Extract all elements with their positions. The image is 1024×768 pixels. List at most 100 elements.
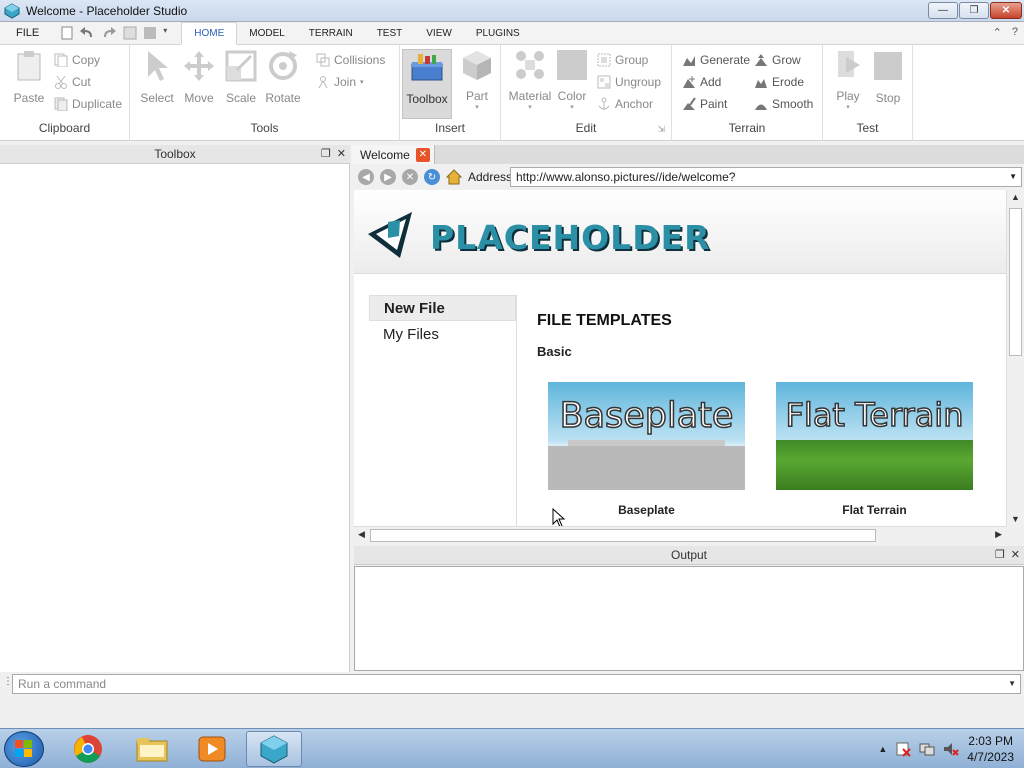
basic-subheading: Basic <box>537 344 572 359</box>
add-terrain-button[interactable]: Add <box>682 73 721 91</box>
output-float-icon[interactable]: ❐ <box>995 548 1005 561</box>
vertical-scrollbar[interactable]: ▲ ▼ <box>1006 190 1023 526</box>
toolbox-button[interactable]: Toolbox <box>402 49 452 119</box>
forward-icon[interactable]: ▶ <box>380 169 396 185</box>
close-window-button[interactable]: ✕ <box>990 2 1022 19</box>
grow-button[interactable]: Grow <box>754 51 801 69</box>
group-button[interactable]: Group <box>597 51 648 69</box>
start-button[interactable] <box>4 731 44 767</box>
scroll-right-icon[interactable]: ▶ <box>995 529 1002 540</box>
move-button[interactable]: Move <box>176 49 222 111</box>
copy-button[interactable]: Copy <box>54 51 100 69</box>
move-label: Move <box>184 91 214 105</box>
collisions-button[interactable]: Collisions <box>316 51 385 69</box>
address-input[interactable]: http://www.alonso.pictures//ide/welcome?… <box>510 167 1022 187</box>
erode-button[interactable]: Erode <box>754 73 804 91</box>
terrain-group: Generate Add Paint Grow Erode Smooth Ter… <box>672 45 823 141</box>
tab-plugins[interactable]: PLUGINS <box>464 22 532 44</box>
color-button[interactable]: Color ▾ <box>549 49 595 111</box>
tray-expand-icon[interactable]: ▲ <box>878 744 887 754</box>
minimize-button[interactable]: — <box>928 2 958 19</box>
redo-icon[interactable] <box>101 26 117 40</box>
anchor-label: Anchor <box>615 97 654 111</box>
scroll-down-icon[interactable]: ▼ <box>1011 514 1020 524</box>
refresh-icon[interactable]: ↻ <box>424 169 440 185</box>
new-file-icon[interactable] <box>61 26 73 40</box>
paste-icon <box>17 51 41 81</box>
command-input[interactable]: Run a command ▼ <box>12 674 1021 694</box>
duplicate-button[interactable]: Duplicate <box>54 95 122 113</box>
scroll-left-icon[interactable]: ◀ <box>358 529 365 540</box>
horizontal-scrollbar[interactable]: ◀ ▶ <box>354 526 1006 543</box>
material-icon <box>516 51 544 79</box>
select-button[interactable]: Select <box>134 49 180 111</box>
command-dropdown-icon[interactable]: ▼ <box>1008 675 1016 693</box>
app-icon <box>4 2 20 19</box>
stop-icon[interactable] <box>143 26 157 40</box>
play-icon <box>838 51 860 77</box>
cut-icon <box>55 75 67 89</box>
nav-new-file[interactable]: New File <box>369 295 516 321</box>
stop-button[interactable]: Stop <box>865 49 911 111</box>
tab-test[interactable]: TEST <box>365 22 415 44</box>
template-card-baseplate[interactable]: Baseplate Baseplate <box>548 382 745 517</box>
tab-terrain[interactable]: TERRAIN <box>297 22 365 44</box>
taskbar-studio[interactable] <box>246 731 302 767</box>
customize-qat-icon[interactable]: ▾ <box>163 26 171 40</box>
help-icon[interactable]: ? <box>1012 26 1018 39</box>
tab-model[interactable]: MODEL <box>237 22 297 44</box>
ribbon-tabs: FILE ▾ HOME MODEL TERRAIN TEST VIEW PLUG… <box>0 22 1024 45</box>
taskbar-chrome[interactable] <box>60 731 116 767</box>
taskbar-media-player[interactable] <box>184 731 240 767</box>
output-close-icon[interactable]: ✕ <box>1011 548 1020 561</box>
home-icon[interactable] <box>446 169 462 185</box>
folder-icon <box>136 738 168 762</box>
back-icon[interactable]: ◀ <box>358 169 374 185</box>
address-dropdown-icon[interactable]: ▼ <box>1009 168 1017 186</box>
tab-home[interactable]: HOME <box>181 22 238 45</box>
tab-welcome[interactable]: Welcome ✕ <box>352 145 435 164</box>
anchor-button[interactable]: Anchor <box>597 95 653 113</box>
tab-view[interactable]: VIEW <box>414 22 464 44</box>
template-card-flat-terrain[interactable]: Flat Terrain Flat Terrain <box>776 382 973 517</box>
part-button[interactable]: Part ▾ <box>454 49 500 111</box>
erode-label: Erode <box>772 75 805 89</box>
mouse-cursor-icon <box>552 508 566 526</box>
action-center-icon[interactable] <box>895 741 911 757</box>
restore-button[interactable]: ❐ <box>959 2 989 19</box>
toolbox-close-icon[interactable]: ✕ <box>337 147 346 160</box>
network-icon[interactable] <box>919 741 935 757</box>
rotate-button[interactable]: Rotate <box>260 49 306 111</box>
join-label: Join <box>334 75 357 89</box>
paste-button[interactable]: Paste <box>6 49 52 111</box>
ungroup-button[interactable]: Ungroup <box>597 73 661 91</box>
material-dropdown-icon: ▾ <box>528 104 532 111</box>
smooth-button[interactable]: Smooth <box>754 95 813 113</box>
generate-button[interactable]: Generate <box>682 51 750 69</box>
nav-my-files[interactable]: My Files <box>369 321 516 347</box>
clock[interactable]: 2:03 PM 4/7/2023 <box>967 733 1014 765</box>
taskbar-file-explorer[interactable] <box>124 731 180 767</box>
publish-icon[interactable] <box>123 26 137 40</box>
toolbox-float-icon[interactable]: ❐ <box>321 147 331 160</box>
close-tab-icon[interactable]: ✕ <box>415 147 430 162</box>
add-terrain-icon <box>683 76 695 88</box>
paint-terrain-button[interactable]: Paint <box>682 95 727 113</box>
vertical-scroll-thumb[interactable] <box>1009 208 1022 356</box>
cut-button[interactable]: Cut <box>54 73 91 91</box>
scroll-up-icon[interactable]: ▲ <box>1011 192 1020 202</box>
scale-button[interactable]: Scale <box>218 49 264 111</box>
output-panel-title: Output <box>670 548 708 562</box>
volume-muted-icon[interactable] <box>943 741 959 757</box>
stop-load-icon[interactable]: ✕ <box>402 169 418 185</box>
undo-icon[interactable] <box>79 26 95 40</box>
material-button[interactable]: Material ▾ <box>507 49 553 111</box>
color-swatch-icon <box>557 50 587 80</box>
rotate-label: Rotate <box>265 91 301 105</box>
join-button[interactable]: Join ▾ <box>316 73 364 91</box>
horizontal-scroll-thumb[interactable] <box>370 529 876 542</box>
file-menu[interactable]: FILE <box>0 22 55 44</box>
duplicate-label: Duplicate <box>72 97 123 111</box>
stop-square-icon <box>874 52 902 80</box>
collapse-ribbon-icon[interactable]: ⌃ <box>993 26 1002 39</box>
